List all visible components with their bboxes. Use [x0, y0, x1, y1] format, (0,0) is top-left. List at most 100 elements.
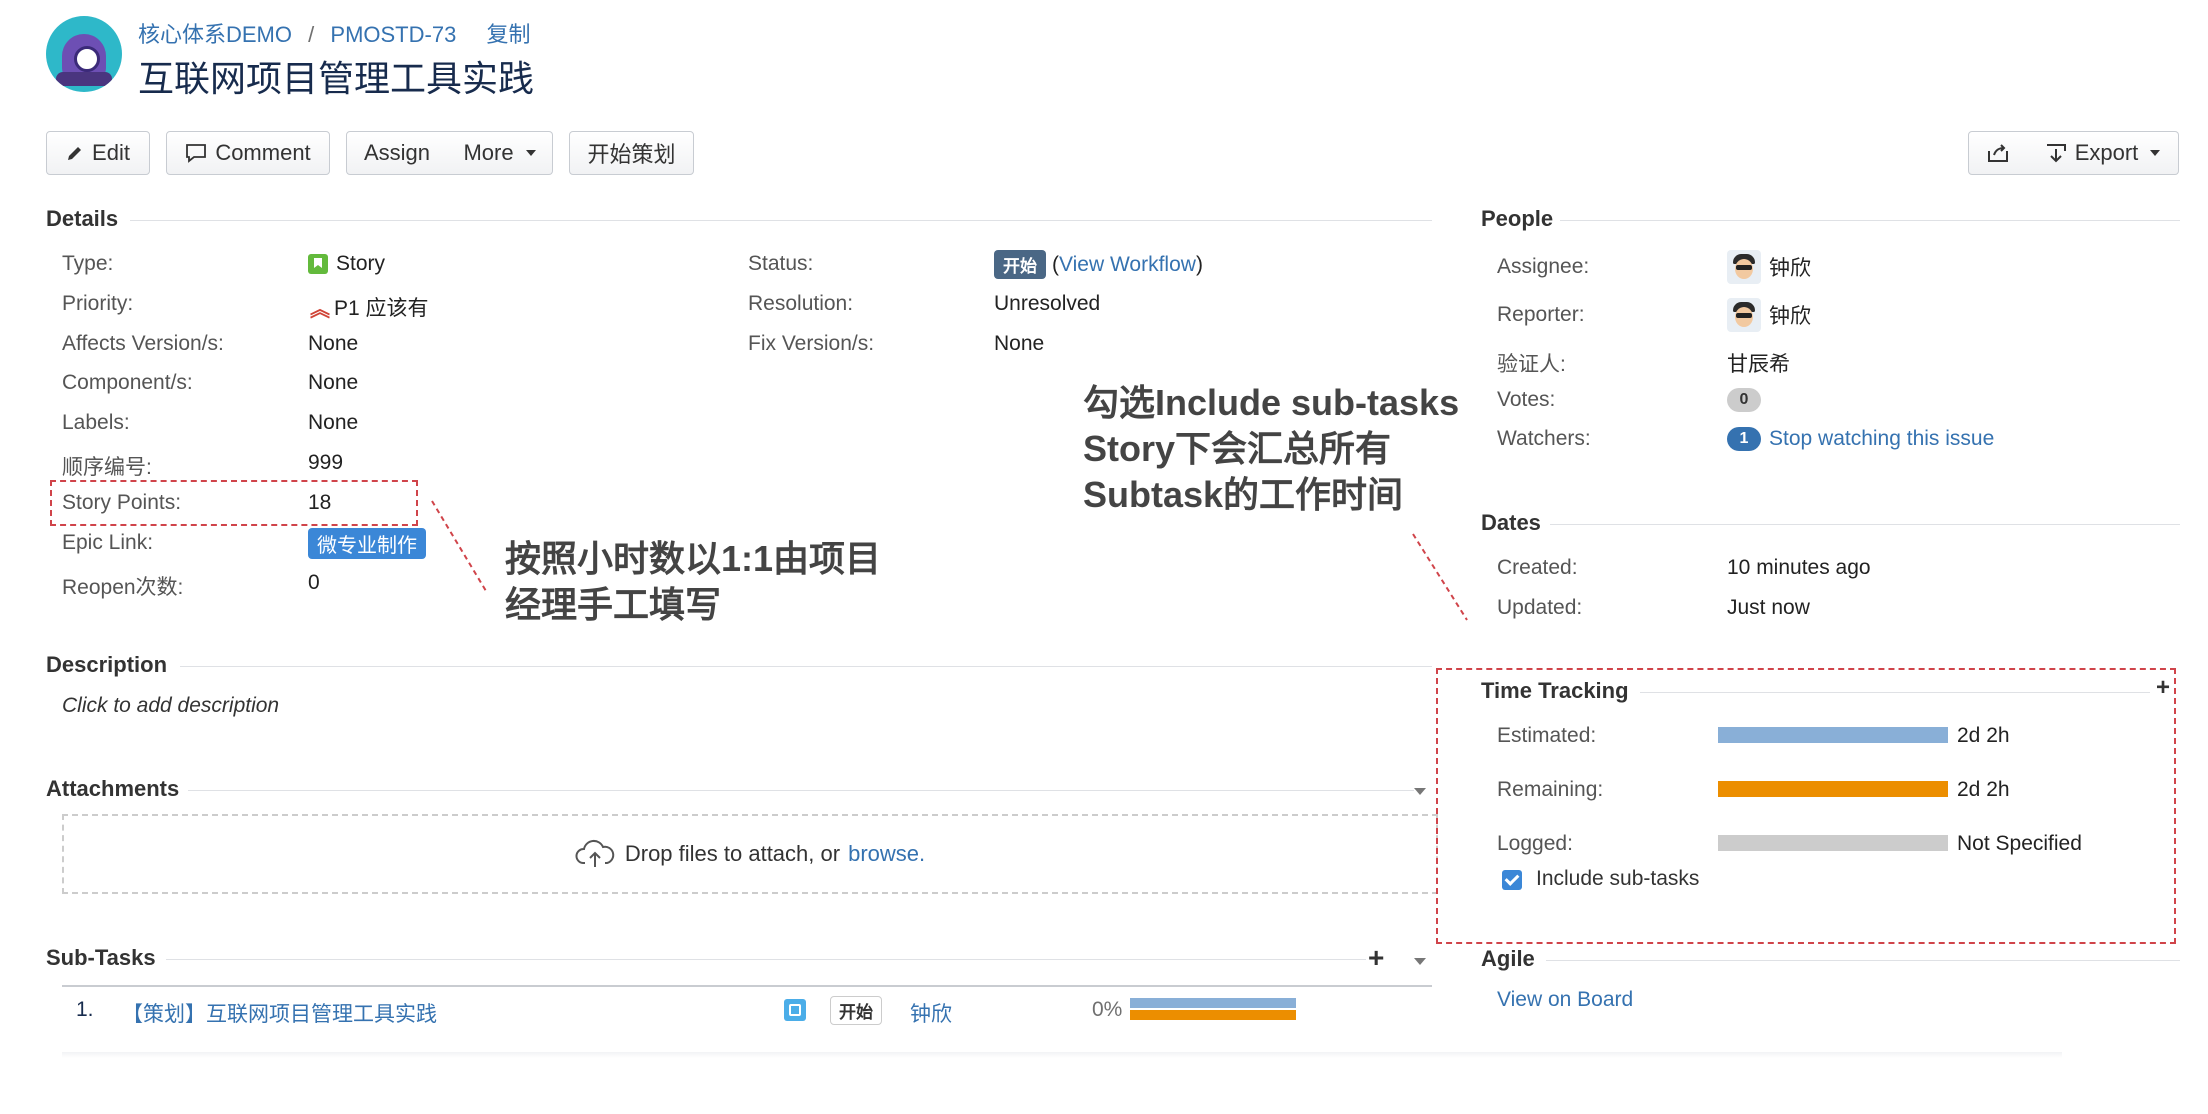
comment-button[interactable]: Comment [166, 131, 330, 175]
status-lozenge: 开始 [994, 250, 1046, 279]
log-work-icon[interactable]: + [2156, 674, 2170, 702]
fix-version-label: Fix Version/s: [748, 332, 875, 355]
reporter-value[interactable]: 钟欣 [1727, 298, 1811, 332]
subtask-status: 开始 [830, 996, 882, 1025]
download-icon [2046, 144, 2066, 163]
attachments-divider [188, 790, 1414, 791]
annotation-right-line2: Story下会汇总所有 [1083, 428, 1392, 469]
annotation-left-line1: 按照小时数以1:1由项目 [505, 538, 882, 579]
story-points-highlight [50, 480, 418, 526]
reporter-label: Reporter: [1497, 303, 1585, 326]
assign-button[interactable]: Assign [346, 131, 448, 175]
attachments-heading: Attachments [46, 776, 180, 801]
avatar [1727, 250, 1761, 284]
browse-link[interactable]: browse. [848, 841, 925, 867]
stop-watching-link[interactable]: Stop watching this issue [1769, 427, 1994, 451]
watchers-badge[interactable]: 1 [1727, 427, 1761, 451]
share-button[interactable] [1968, 131, 2028, 175]
dates-heading: Dates [1481, 510, 1541, 535]
attachments-options-icon[interactable] [1414, 788, 1426, 795]
votes-value[interactable]: 0 [1727, 388, 1761, 412]
resolution-value: Unresolved [994, 292, 1101, 315]
subtask-title-link[interactable]: 【策划】互联网项目管理工具实践 [122, 998, 437, 1028]
sequence-number-label: 顺序编号: [62, 456, 152, 479]
start-plan-button[interactable]: 开始策划 [569, 131, 694, 175]
more-button[interactable]: More [447, 131, 553, 175]
subtask-assignee-link[interactable]: 钟欣 [910, 998, 952, 1028]
view-on-board-link[interactable]: View on Board [1497, 988, 1633, 1012]
share-icon [1988, 144, 2008, 162]
chevron-down-icon [2150, 150, 2161, 156]
breadcrumb-issue-key[interactable]: PMOSTD-73 [330, 22, 456, 47]
epic-lozenge[interactable]: 微专业制作 [308, 528, 426, 559]
copy-link[interactable]: 复制 [486, 22, 530, 47]
project-avatar[interactable] [46, 16, 122, 92]
annotation-pointer-left [431, 500, 487, 592]
comment-icon [186, 144, 207, 163]
type-value: Story [308, 252, 385, 276]
annotation-right-line1: 勾选Include sub-tasks [1083, 382, 1460, 423]
type-text: Story [336, 252, 386, 275]
annotation-left-line2: 经理手工填写 [505, 584, 722, 625]
reopen-count-value[interactable]: 0 [308, 571, 320, 595]
watchers-value[interactable]: 1 Stop watching this issue [1727, 427, 1994, 451]
export-button[interactable]: Export [2027, 131, 2179, 175]
page-title[interactable]: 互联网项目管理工具实践 [138, 50, 534, 102]
attachment-drop-zone[interactable]: Drop files to attach, or browse. [62, 814, 1438, 894]
priority-high-icon: ︽ [310, 298, 330, 321]
chevron-down-icon [525, 150, 536, 156]
breadcrumb-project[interactable]: 核心体系DEMO [138, 22, 292, 47]
people-heading: People [1481, 206, 1554, 231]
description-heading: Description [46, 652, 168, 677]
votes-badge[interactable]: 0 [1727, 388, 1761, 412]
priority-text: P1 应该有 [334, 297, 429, 320]
status-label: Status: [748, 252, 814, 275]
type-label: Type: [62, 252, 114, 275]
remaining-label: Remaining: [1497, 778, 1604, 801]
epic-link-value[interactable]: 微专业制作 [308, 528, 426, 559]
pencil-icon [68, 147, 82, 160]
assignee-value[interactable]: 钟欣 [1727, 250, 1811, 284]
table-row[interactable]: 1. 【策划】互联网项目管理工具实践 开始 钟欣 0% [62, 988, 1432, 1052]
assignee-label: Assignee: [1497, 255, 1590, 278]
subtasks-divider [166, 959, 1366, 960]
description-placeholder[interactable]: Click to add description [62, 694, 279, 718]
annotation-left: 按照小时数以1:1由项目 经理手工填写 [505, 536, 881, 628]
annotation-pointer-right [1412, 533, 1468, 621]
assignee-name: 钟欣 [1769, 257, 1811, 280]
estimated-value: 2d 2h [1957, 724, 2010, 747]
component-label: Component/s: [62, 371, 193, 394]
subtask-progress-text: 0% [1092, 998, 1123, 1021]
time-tracking-highlight [1436, 668, 2176, 944]
details-heading: Details [46, 206, 119, 231]
reporter-name: 钟欣 [1769, 305, 1811, 328]
breadcrumb: 核心体系DEMO / PMOSTD-73 复制 [138, 17, 540, 49]
labels-value: None [308, 411, 359, 434]
subtask-type-icon [784, 999, 806, 1021]
estimated-bar-track [1718, 727, 1948, 743]
labels-label: Labels: [62, 411, 130, 434]
dates-divider [1550, 524, 2180, 525]
subtask-estimated-bar [1130, 998, 1296, 1008]
estimated-label: Estimated: [1497, 724, 1597, 747]
created-label: Created: [1497, 556, 1578, 579]
table-bottom-shadow [62, 1052, 2062, 1058]
include-subtasks-label[interactable]: Include sub-tasks [1536, 867, 1699, 891]
votes-label: Votes: [1497, 388, 1556, 411]
view-workflow-link[interactable]: View Workflow [1059, 253, 1196, 276]
priority-label: Priority: [62, 292, 134, 315]
priority-value: ︽ P1 应该有 [310, 292, 429, 322]
edit-button[interactable]: Edit [46, 131, 150, 175]
include-subtasks-checkbox[interactable] [1502, 870, 1522, 890]
story-icon [308, 254, 328, 274]
add-subtask-icon[interactable]: + [1368, 942, 1384, 974]
more-label: More [463, 140, 514, 165]
remaining-value: 2d 2h [1957, 778, 2010, 801]
subtasks-options-icon[interactable] [1414, 958, 1426, 965]
verifier-value[interactable]: 甘辰希 [1727, 348, 1790, 378]
avatar [1727, 298, 1761, 332]
logged-label: Logged: [1497, 832, 1573, 855]
sequence-number-value[interactable]: 999 [308, 451, 343, 475]
cloud-upload-icon [575, 839, 615, 867]
export-label: Export [2074, 140, 2139, 165]
